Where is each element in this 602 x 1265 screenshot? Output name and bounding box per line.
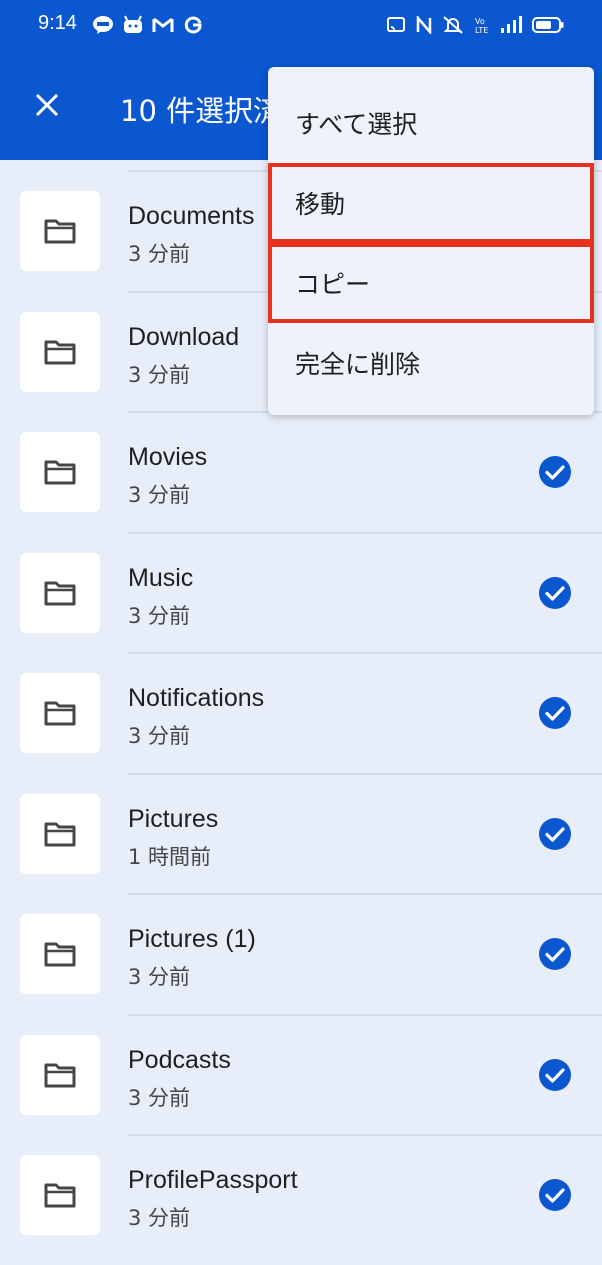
row-divider [128, 1134, 602, 1136]
file-row[interactable]: Movies 3 分前 [0, 411, 602, 532]
file-row[interactable]: Pictures 1 時間前 [0, 772, 602, 894]
folder-icon [44, 1183, 76, 1208]
menu-item-1[interactable]: 移動 [268, 163, 594, 243]
folder-thumbnail [20, 673, 100, 753]
folder-icon [44, 340, 76, 364]
row-divider [128, 652, 602, 654]
battery-icon [532, 14, 564, 36]
file-modified: 3 分前 [128, 362, 191, 387]
overflow-menu: すべて選択 移動 コピー 完全に削除 [268, 67, 594, 415]
mute-icon [442, 14, 464, 36]
folder-thumbnail [20, 432, 100, 512]
folder-icon [44, 219, 76, 244]
file-modified: 3 分前 [128, 1206, 191, 1230]
svg-text:LTE: LTE [475, 26, 488, 35]
folder-thumbnail [20, 1155, 100, 1235]
folder-thumbnail [20, 793, 100, 874]
file-name: Pictures (1) [128, 925, 256, 953]
menu-item-3[interactable]: 完全に削除 [268, 323, 594, 403]
status-time: 9:14 [38, 12, 77, 34]
volte-icon: Vo LTE [474, 14, 490, 36]
folder-icon [44, 581, 76, 605]
file-modified: 3 分前 [128, 603, 191, 628]
status-system-icons: Vo LTE [386, 14, 564, 36]
close-selection-button[interactable] [30, 88, 64, 122]
file-row[interactable]: Notifications 3 分前 [0, 652, 602, 773]
google-icon [182, 14, 204, 36]
file-modified: 3 分前 [128, 1085, 191, 1110]
selected-check-icon[interactable] [538, 817, 572, 851]
file-modified: 3 分前 [128, 242, 191, 266]
menu-item-2[interactable]: コピー [268, 243, 594, 323]
selected-check-icon[interactable] [538, 1178, 572, 1212]
file-name: Download [128, 322, 240, 351]
nfc-icon [416, 14, 432, 36]
cast-icon [386, 14, 406, 36]
file-modified: 1 時間前 [128, 844, 212, 869]
android-icon [122, 14, 144, 36]
row-divider [128, 772, 602, 775]
folder-thumbnail [20, 552, 100, 633]
row-divider [128, 893, 602, 895]
row-divider [128, 1013, 602, 1016]
file-row[interactable]: Podcasts 3 分前 [0, 1013, 602, 1135]
file-row[interactable]: ProfilePassport 3 分前 [0, 1134, 602, 1255]
status-notification-icons [92, 14, 204, 36]
selection-count-title: 10 件選択済み [120, 94, 280, 128]
file-modified: 3 分前 [128, 724, 191, 748]
selected-check-icon[interactable] [538, 455, 572, 489]
folder-icon [44, 942, 76, 967]
file-name: Notifications [128, 684, 265, 712]
file-row[interactable]: Music 3 分前 [0, 531, 602, 653]
folder-icon [44, 822, 76, 846]
folder-icon [44, 701, 76, 726]
folder-thumbnail [20, 191, 100, 271]
row-divider [128, 531, 602, 534]
folder-thumbnail [20, 1034, 100, 1115]
selected-check-icon[interactable] [538, 696, 572, 730]
file-name: ProfilePassport [128, 1166, 298, 1194]
file-row[interactable]: Pictures (1) 3 分前 [0, 893, 602, 1014]
selected-check-icon[interactable] [538, 576, 572, 610]
file-name: Music [128, 563, 194, 592]
file-name: Movies [128, 443, 208, 471]
file-name: Podcasts [128, 1045, 231, 1074]
file-manager-screen: 9:14 Vo LTE 10 件選択済 Documents 3 分前 Downl… [0, 0, 602, 1265]
selected-check-icon[interactable] [538, 937, 572, 971]
folder-thumbnail [20, 311, 100, 392]
svg-text:Vo: Vo [475, 17, 485, 26]
file-name: Pictures [128, 804, 219, 833]
file-name: Documents [128, 202, 255, 230]
line-icon [92, 14, 114, 36]
selected-check-icon[interactable] [538, 1058, 572, 1092]
menu-item-0[interactable]: すべて選択 [268, 83, 594, 163]
signal-icon [500, 14, 522, 36]
file-modified: 3 分前 [128, 483, 191, 507]
folder-icon [44, 1063, 76, 1087]
gmail-icon [152, 14, 174, 36]
folder-icon [44, 460, 76, 485]
close-icon [35, 93, 59, 117]
file-modified: 3 分前 [128, 965, 191, 989]
folder-thumbnail [20, 914, 100, 994]
